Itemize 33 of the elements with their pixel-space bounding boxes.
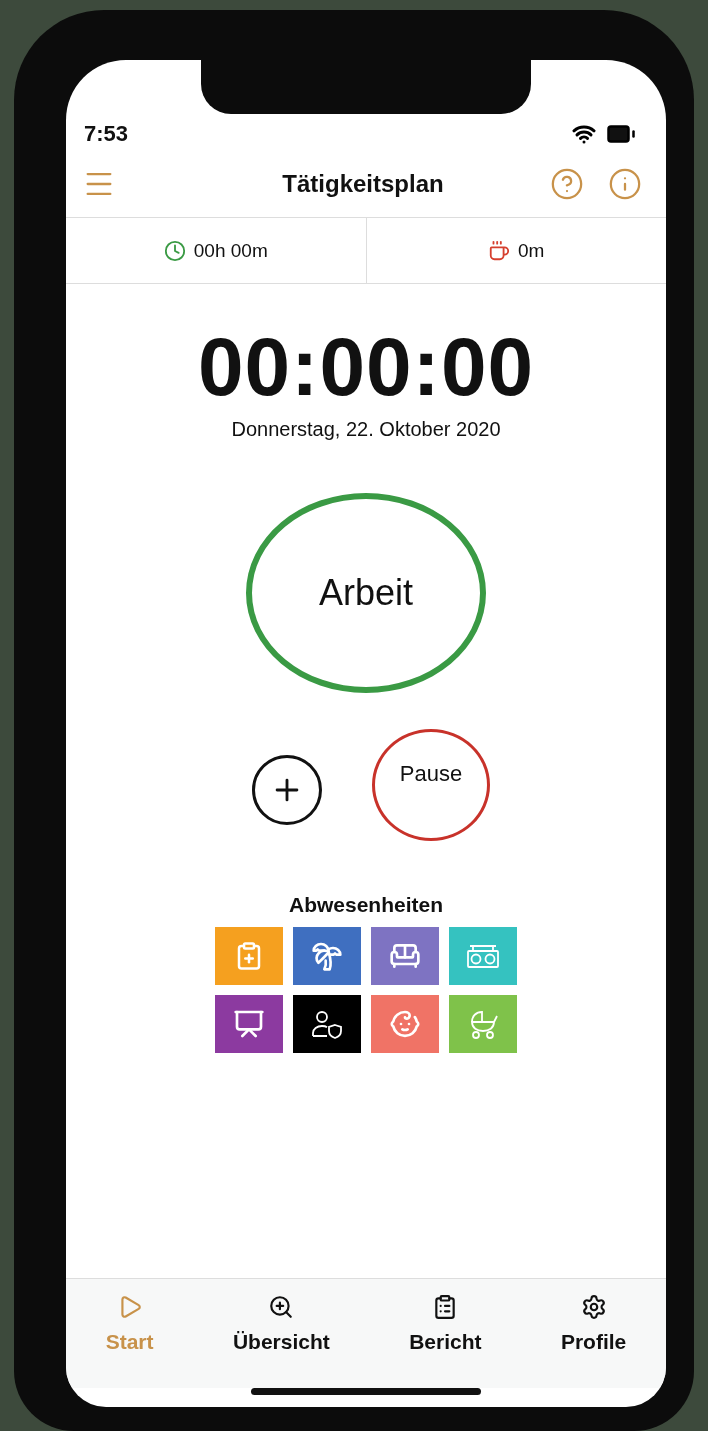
- user-shield-icon: [310, 1009, 344, 1039]
- whiteboard-icon: [233, 1008, 265, 1040]
- absences-title: Abwesenheiten: [287, 893, 444, 917]
- absence-tile[interactable]: [293, 927, 361, 985]
- tab-item[interactable]: Übersicht: [226, 1293, 336, 1362]
- clock-icon: [163, 239, 186, 262]
- info-button[interactable]: [608, 166, 642, 201]
- work-button[interactable]: Arbeit: [246, 493, 486, 693]
- absence-tile[interactable]: [449, 995, 517, 1053]
- absence-tile[interactable]: [371, 927, 439, 985]
- timer-display: 00:00:00: [196, 320, 536, 414]
- summary-value: 00h 00m: [193, 239, 268, 262]
- info-icon: [608, 166, 642, 201]
- baby-icon: [389, 1008, 421, 1040]
- zoom-in-icon: [268, 1294, 295, 1320]
- tab-item[interactable]: Profile: [554, 1293, 633, 1362]
- pause-button[interactable]: Pause: [372, 729, 490, 841]
- absence-tile[interactable]: [215, 995, 283, 1053]
- status-time: 7:53: [84, 121, 129, 147]
- cup-icon: [488, 239, 511, 262]
- date-label: Donnerstag, 22. Oktober 2020: [230, 418, 502, 441]
- summary-value: 0m: [518, 239, 545, 262]
- absence-tile[interactable]: [371, 995, 439, 1053]
- absence-tile[interactable]: [449, 927, 517, 985]
- tab-item[interactable]: Bericht: [403, 1293, 488, 1362]
- palm-tree-icon: [311, 940, 343, 972]
- help-icon: [550, 166, 584, 201]
- absence-tile[interactable]: [215, 927, 283, 985]
- settings-icon: [580, 1294, 607, 1320]
- absence-tile[interactable]: [293, 995, 361, 1053]
- boombox-icon: [466, 942, 500, 970]
- help-button[interactable]: [550, 166, 584, 201]
- screen-title: Tätigkeitsplan: [282, 169, 444, 198]
